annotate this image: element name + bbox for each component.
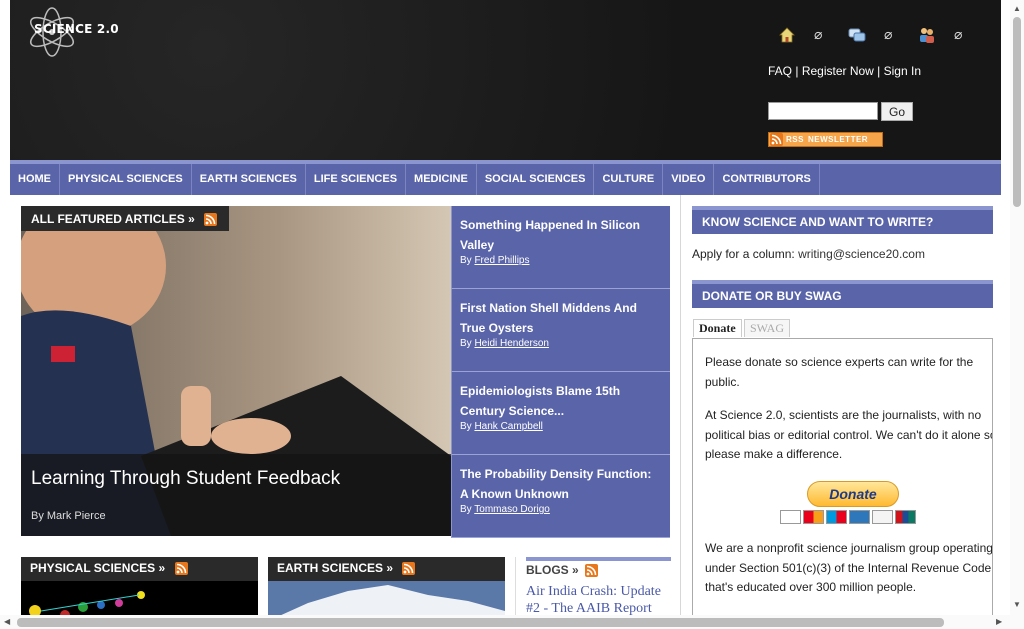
featured-caption: Learning Through Student Feedback By Mar… (21, 454, 451, 536)
main-nav: HOME PHYSICAL SCIENCES EARTH SCIENCES LI… (10, 160, 1001, 195)
featured-item-byline: By Heidi Henderson (460, 338, 662, 349)
featured-item-title[interactable]: First Nation Shell Middens And True Oyst… (460, 298, 662, 338)
rss-icon[interactable] (585, 564, 599, 577)
nav-physical-sciences[interactable]: PHYSICAL SCIENCES (60, 164, 192, 195)
rss-label: RSS (786, 135, 804, 144)
nav-home[interactable]: HOME (10, 164, 60, 195)
by-label: By (460, 255, 472, 266)
apply-label: Apply for a column: (692, 247, 799, 261)
vertical-scroll-thumb[interactable] (1013, 17, 1021, 207)
tab-swag[interactable]: SWAG (744, 319, 791, 337)
featured-byline: By Mark Pierce (31, 510, 106, 522)
author-link[interactable]: Tommaso Dorigo (474, 504, 550, 515)
signin-link[interactable]: Sign In (884, 64, 921, 78)
discover-icon (872, 510, 893, 524)
logo-text: SCIENCE 2.0 (34, 22, 119, 36)
site-header: SCIENCE 2.0 ⌀ ⌀ ⌀ FAQ | Register Now | S… (10, 0, 1001, 160)
nav-earth-sciences[interactable]: EARTH SCIENCES (192, 164, 306, 195)
featured-title[interactable]: Learning Through Student Feedback (31, 468, 340, 490)
sidebar: KNOW SCIENCE AND WANT TO WRITE? Apply fo… (680, 195, 1002, 629)
donate-paragraph: At Science 2.0, scientists are the journ… (705, 408, 993, 461)
rss-newsletter-button[interactable]: RSS NEWSLETTER (768, 132, 883, 147)
by-label: By (460, 504, 472, 515)
horizontal-scroll-thumb[interactable] (17, 618, 944, 627)
scroll-up-icon[interactable]: ▲ (1013, 4, 1021, 13)
user-links: FAQ | Register Now | Sign In (768, 64, 921, 78)
section-title: EARTH SCIENCES » (277, 561, 394, 575)
featured-item-byline: By Hank Campbell (460, 421, 662, 432)
donate-panel: Please donate so science experts can wri… (692, 338, 993, 629)
users-icon[interactable] (918, 26, 936, 44)
rss-icon[interactable] (204, 213, 218, 226)
register-link[interactable]: Register Now (802, 64, 874, 78)
by-label: By (460, 421, 472, 432)
featured-item-byline: By Tommaso Dorigo (460, 504, 662, 515)
earth-sciences-header[interactable]: EARTH SCIENCES » (268, 557, 505, 581)
separator-icon: ⌀ (954, 26, 963, 42)
featured-item-title[interactable]: The Probability Density Function: A Know… (460, 464, 662, 504)
scroll-down-icon[interactable]: ▼ (1013, 600, 1021, 609)
scroll-left-icon[interactable]: ◀ (4, 617, 10, 626)
featured-item-byline: By Fred Phillips (460, 255, 662, 266)
physical-sciences-header[interactable]: PHYSICAL SCIENCES » (21, 557, 258, 581)
scroll-right-icon[interactable]: ▶ (996, 617, 1002, 626)
featured-list-item[interactable]: First Nation Shell Middens And True Oyst… (451, 289, 670, 372)
nav-social-sciences[interactable]: SOCIAL SCIENCES (477, 164, 595, 195)
all-featured-text: ALL FEATURED ARTICLES » (31, 212, 195, 226)
separator-icon: ⌀ (814, 26, 823, 42)
maestro-icon (826, 510, 847, 524)
mastercard-icon (803, 510, 824, 524)
link-separator: | (873, 64, 884, 78)
donate-button[interactable]: Donate (807, 481, 899, 507)
nav-medicine[interactable]: MEDICINE (406, 164, 477, 195)
newsletter-label: NEWSLETTER (807, 135, 869, 144)
separator-icon: ⌀ (884, 26, 893, 42)
faq-link[interactable]: FAQ (768, 64, 792, 78)
payment-cards (780, 510, 916, 524)
featured-item-title[interactable]: Something Happened In Silicon Valley (460, 215, 662, 255)
nav-life-sciences[interactable]: LIFE SCIENCES (306, 164, 407, 195)
author-link[interactable]: Fred Phillips (474, 255, 529, 266)
author-link[interactable]: Hank Campbell (474, 421, 542, 432)
featured-list-item[interactable]: Epidemiologists Blame 15th Century Scien… (451, 372, 670, 455)
nav-contributors[interactable]: CONTRIBUTORS (714, 164, 820, 195)
rss-icon (770, 133, 783, 146)
featured-list-item[interactable]: The Probability Density Function: A Know… (451, 455, 670, 538)
by-label: By (460, 338, 472, 349)
donate-paragraph: Please donate so science experts can wri… (705, 355, 974, 389)
section-title: PHYSICAL SCIENCES » (30, 561, 166, 575)
search-input[interactable] (768, 102, 878, 120)
apply-email[interactable]: writing@science20.com (798, 247, 925, 261)
link-separator: | (792, 64, 802, 78)
all-featured-label[interactable]: ALL FEATURED ARTICLES » (21, 206, 229, 231)
blog-item-link[interactable]: Air India Crash: Update #2 - The AAIB Re… (526, 583, 671, 617)
unionpay-icon (895, 510, 916, 524)
nav-video[interactable]: VIDEO (663, 164, 715, 195)
author-link[interactable]: Heidi Henderson (474, 338, 549, 349)
section-title: BLOGS » (526, 563, 579, 577)
rss-icon[interactable] (174, 562, 188, 575)
donate-header: DONATE OR BUY SWAG (692, 280, 993, 308)
featured-item-title[interactable]: Epidemiologists Blame 15th Century Scien… (460, 381, 662, 421)
search-go-button[interactable]: Go (881, 102, 913, 121)
visa-icon (780, 510, 801, 524)
nav-culture[interactable]: CULTURE (594, 164, 664, 195)
comments-icon[interactable] (848, 26, 866, 44)
blogs-header[interactable]: BLOGS » (526, 563, 599, 577)
featured-list-item[interactable]: Something Happened In Silicon Valley By … (451, 206, 670, 289)
home-icon[interactable] (778, 26, 796, 44)
write-header: KNOW SCIENCE AND WANT TO WRITE? (692, 206, 993, 234)
tab-donate[interactable]: Donate (693, 319, 742, 337)
featured-articles: ALL FEATURED ARTICLES » Learning Through… (21, 206, 670, 538)
blogs-bar (526, 557, 671, 561)
rss-icon[interactable] (402, 562, 416, 575)
apply-column-text: Apply for a column: writing@science20.co… (692, 247, 925, 261)
featured-list: Something Happened In Silicon Valley By … (451, 206, 670, 538)
amex-icon (849, 510, 870, 524)
donate-paragraph: We are a nonprofit science journalism gr… (705, 541, 993, 594)
donate-tabs: Donate SWAG (692, 319, 993, 337)
